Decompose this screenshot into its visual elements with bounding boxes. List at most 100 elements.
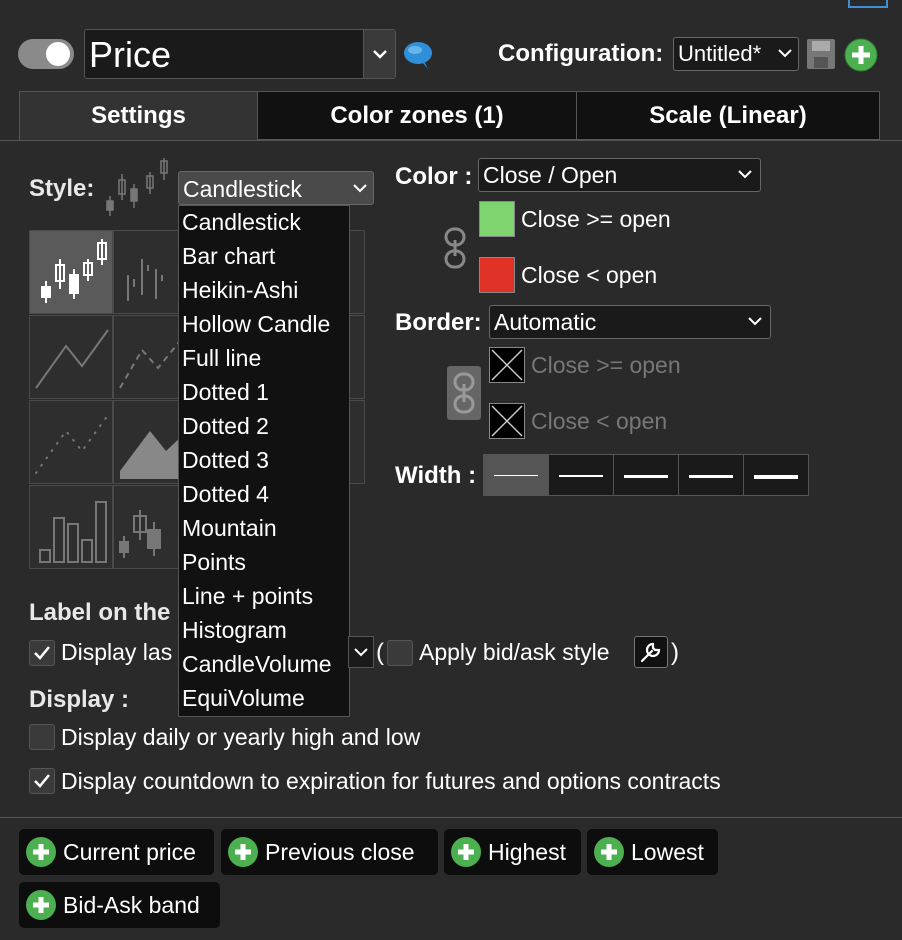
countdown-label: Display countdown to expiration for futu… [61,768,721,794]
add-button-label: Bid-Ask band [63,891,200,918]
add-button-label: Highest [488,838,566,865]
style-dropdown-option[interactable]: Hollow Candle [182,311,330,338]
style-selected-value: Candlestick [183,176,302,202]
display-last-checkbox[interactable] [29,640,55,666]
border-zone-down-label: Close < open [531,408,668,434]
style-dropdown-option[interactable]: Dotted 2 [182,413,269,440]
border-mode-value: Automatic [494,309,597,335]
chevron-down-icon [738,170,752,179]
width-option-3[interactable] [613,454,679,496]
tab-scale[interactable]: Scale (Linear) [576,91,880,140]
style-dropdown-option[interactable]: Full line [182,345,261,372]
window-corner-icon [848,0,888,8]
style-option-candlestick[interactable] [29,230,113,314]
none-color-icon [491,349,523,381]
style-select[interactable]: Candlestick [178,171,374,205]
border-mode-select[interactable]: Automatic [489,305,771,339]
link-icon[interactable] [443,226,467,270]
indicator-name-select[interactable]: Price [84,29,396,79]
apply-bid-ask-checkbox[interactable] [387,640,413,666]
style-dropdown-option[interactable]: Bar chart [182,243,275,270]
color-mode-select[interactable]: Close / Open [478,158,761,192]
chevron-down-icon [354,648,368,657]
style-dropdown-option[interactable]: CandleVolume [182,651,332,678]
width-option-2[interactable] [548,454,614,496]
apply-bid-ask-label: Apply bid/ask style [419,639,610,665]
color-swatch-down[interactable] [479,257,515,293]
style-label: Style: [29,175,95,202]
border-swatch-down[interactable] [489,403,525,439]
none-color-icon [491,405,523,437]
tab-settings[interactable]: Settings [19,91,258,140]
window-top-edge [0,0,902,10]
daily-high-low-label: Display daily or yearly high and low [61,724,421,750]
add-button-label: Current price [63,838,196,865]
add-configuration-icon[interactable] [844,38,878,72]
checkmark-icon [34,646,50,660]
add-previous-close-button[interactable]: Previous close [221,829,438,875]
width-option-1[interactable] [483,454,549,496]
label-section-title: Label on the [29,599,171,626]
border-label: Border: [395,309,482,336]
style-dropdown-option[interactable]: Points [182,549,246,576]
configuration-select[interactable]: Untitled* [673,37,799,71]
add-highest-button[interactable]: Highest [444,829,581,875]
configuration-label: Configuration: [498,40,664,67]
style-dropdown-option[interactable]: Histogram [182,617,287,644]
chevron-down-icon[interactable] [363,30,395,78]
border-swatch-up[interactable] [489,347,525,383]
link-icon [453,372,475,414]
style-dropdown-option[interactable]: EquiVolume [182,685,305,712]
candlestick-icon [104,156,172,218]
save-icon[interactable] [806,38,836,70]
style-dropdown-option[interactable]: Mountain [182,515,277,542]
display-last-label: Display las [61,639,173,665]
add-button-label: Previous close [265,838,415,865]
section-divider [0,817,902,818]
color-mode-value: Close / Open [483,162,618,188]
display-last-select[interactable] [348,636,374,668]
checkmark-icon [34,774,50,788]
border-zone-up-label: Close >= open [531,352,681,378]
wrench-icon[interactable] [634,636,668,668]
style-option-points[interactable] [29,400,113,484]
add-button-label: Lowest [631,838,704,865]
style-dropdown-option[interactable]: Dotted 1 [182,379,269,406]
color-swatch-up[interactable] [479,201,515,237]
countdown-checkbox[interactable] [29,768,55,794]
add-icon [26,890,56,920]
color-zone-up-label: Close >= open [521,206,671,232]
add-icon [228,837,258,867]
daily-high-low-checkbox[interactable] [29,724,55,750]
add-icon [594,837,624,867]
add-bid-ask-band-button[interactable]: Bid-Ask band [19,882,220,928]
paren-open: ( [376,639,384,666]
add-icon [26,837,56,867]
style-dropdown-option[interactable]: Candlestick [182,209,301,236]
style-dropdown-option[interactable]: Dotted 4 [182,481,269,508]
chevron-down-icon [748,317,762,326]
configuration-value: Untitled* [678,41,762,66]
indicator-visibility-toggle[interactable] [18,39,74,69]
border-link-button[interactable] [447,366,481,420]
tabs-divider [0,140,902,141]
style-dropdown-list[interactable]: Candlestick Bar chart Heikin-Ashi Hollow… [178,205,350,717]
style-option-full-line[interactable] [29,315,113,399]
add-current-price-button[interactable]: Current price [19,829,214,875]
style-dropdown-option[interactable]: Dotted 3 [182,447,269,474]
chevron-down-icon [778,49,792,58]
style-dropdown-option[interactable]: Line + points [182,583,313,610]
chat-bubble-icon[interactable] [402,40,434,70]
width-label: Width : [395,462,477,489]
add-icon [451,837,481,867]
style-option-histogram[interactable] [29,485,113,569]
tab-color-zones[interactable]: Color zones (1) [257,91,577,140]
add-lowest-button[interactable]: Lowest [587,829,718,875]
width-option-4[interactable] [678,454,744,496]
style-dropdown-option[interactable]: Heikin-Ashi [182,277,298,304]
toggle-knob [46,42,70,66]
paren-close: ) [671,639,679,666]
width-option-5[interactable] [743,454,809,496]
color-label: Color : [395,163,473,190]
indicator-name: Price [89,34,172,75]
